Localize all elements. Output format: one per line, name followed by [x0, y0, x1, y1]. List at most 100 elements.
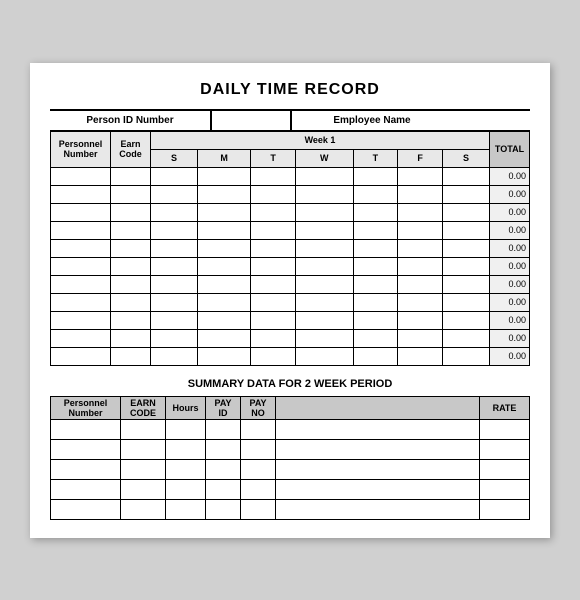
main-row-earncode-2[interactable] [111, 203, 151, 221]
sum-row-4-col-3[interactable] [206, 499, 241, 519]
main-row-day-2-5[interactable] [398, 203, 443, 221]
main-row-day-6-3[interactable] [295, 275, 353, 293]
main-row-day-8-3[interactable] [295, 311, 353, 329]
main-row-day-2-4[interactable] [353, 203, 398, 221]
main-row-day-4-1[interactable] [197, 239, 250, 257]
main-row-earncode-5[interactable] [111, 257, 151, 275]
main-row-day-10-4[interactable] [353, 347, 398, 365]
main-row-day-1-1[interactable] [197, 185, 250, 203]
main-row-personnel-5[interactable] [51, 257, 111, 275]
main-row-day-4-0[interactable] [151, 239, 198, 257]
main-row-day-6-6[interactable] [443, 275, 490, 293]
main-row-day-0-1[interactable] [197, 167, 250, 185]
sum-row-3-col-2[interactable] [166, 479, 206, 499]
main-row-day-0-6[interactable] [443, 167, 490, 185]
sum-row-2-col-1[interactable] [121, 459, 166, 479]
main-row-day-9-4[interactable] [353, 329, 398, 347]
main-row-day-10-1[interactable] [197, 347, 250, 365]
sum-row-4-col-4[interactable] [241, 499, 276, 519]
main-row-day-6-2[interactable] [251, 275, 296, 293]
main-row-personnel-7[interactable] [51, 293, 111, 311]
sum-row-4-col-5[interactable] [276, 499, 480, 519]
sum-row-3-col-0[interactable] [51, 479, 121, 499]
main-row-personnel-6[interactable] [51, 275, 111, 293]
main-row-day-5-4[interactable] [353, 257, 398, 275]
sum-row-3-col-5[interactable] [276, 479, 480, 499]
main-row-day-7-3[interactable] [295, 293, 353, 311]
sum-row-1-col-4[interactable] [241, 439, 276, 459]
sum-row-0-col-4[interactable] [241, 419, 276, 439]
main-row-day-10-0[interactable] [151, 347, 198, 365]
sum-row-0-col-3[interactable] [206, 419, 241, 439]
main-row-day-8-4[interactable] [353, 311, 398, 329]
main-row-day-9-0[interactable] [151, 329, 198, 347]
sum-row-3-col-1[interactable] [121, 479, 166, 499]
main-row-day-4-4[interactable] [353, 239, 398, 257]
main-row-day-5-6[interactable] [443, 257, 490, 275]
main-row-day-8-2[interactable] [251, 311, 296, 329]
sum-row-4-col-0[interactable] [51, 499, 121, 519]
sum-row-0-col-2[interactable] [166, 419, 206, 439]
main-row-day-6-5[interactable] [398, 275, 443, 293]
main-row-day-9-2[interactable] [251, 329, 296, 347]
main-row-day-3-6[interactable] [443, 221, 490, 239]
sum-row-2-col-4[interactable] [241, 459, 276, 479]
main-row-day-1-2[interactable] [251, 185, 296, 203]
sum-row-1-col-3[interactable] [206, 439, 241, 459]
main-row-day-0-3[interactable] [295, 167, 353, 185]
main-row-earncode-3[interactable] [111, 221, 151, 239]
main-row-day-7-2[interactable] [251, 293, 296, 311]
sum-row-2-col-5[interactable] [276, 459, 480, 479]
main-row-day-8-1[interactable] [197, 311, 250, 329]
main-row-day-3-5[interactable] [398, 221, 443, 239]
main-row-day-9-6[interactable] [443, 329, 490, 347]
main-row-earncode-10[interactable] [111, 347, 151, 365]
sum-row-1-col-1[interactable] [121, 439, 166, 459]
main-row-earncode-1[interactable] [111, 185, 151, 203]
main-row-day-10-5[interactable] [398, 347, 443, 365]
main-row-day-8-0[interactable] [151, 311, 198, 329]
main-row-day-8-6[interactable] [443, 311, 490, 329]
sum-row-0-col-0[interactable] [51, 419, 121, 439]
main-row-day-2-1[interactable] [197, 203, 250, 221]
main-row-day-0-2[interactable] [251, 167, 296, 185]
main-row-personnel-4[interactable] [51, 239, 111, 257]
main-row-day-7-6[interactable] [443, 293, 490, 311]
sum-row-4-col-2[interactable] [166, 499, 206, 519]
main-row-day-10-2[interactable] [251, 347, 296, 365]
main-row-personnel-1[interactable] [51, 185, 111, 203]
main-row-day-2-6[interactable] [443, 203, 490, 221]
main-row-day-3-0[interactable] [151, 221, 198, 239]
main-row-day-3-4[interactable] [353, 221, 398, 239]
main-row-day-1-5[interactable] [398, 185, 443, 203]
main-row-day-0-5[interactable] [398, 167, 443, 185]
main-row-earncode-0[interactable] [111, 167, 151, 185]
main-row-earncode-7[interactable] [111, 293, 151, 311]
main-row-day-1-0[interactable] [151, 185, 198, 203]
main-row-day-9-1[interactable] [197, 329, 250, 347]
main-row-personnel-8[interactable] [51, 311, 111, 329]
main-row-day-2-3[interactable] [295, 203, 353, 221]
sum-row-2-col-3[interactable] [206, 459, 241, 479]
sum-row-3-col-4[interactable] [241, 479, 276, 499]
main-row-day-7-4[interactable] [353, 293, 398, 311]
sum-row-4-col-6[interactable] [480, 499, 530, 519]
sum-row-1-col-2[interactable] [166, 439, 206, 459]
main-row-day-0-0[interactable] [151, 167, 198, 185]
main-row-day-5-5[interactable] [398, 257, 443, 275]
main-row-day-10-6[interactable] [443, 347, 490, 365]
main-row-day-6-4[interactable] [353, 275, 398, 293]
main-row-day-2-2[interactable] [251, 203, 296, 221]
main-row-day-6-1[interactable] [197, 275, 250, 293]
main-row-day-7-1[interactable] [197, 293, 250, 311]
main-row-day-9-3[interactable] [295, 329, 353, 347]
main-row-day-1-6[interactable] [443, 185, 490, 203]
main-row-day-9-5[interactable] [398, 329, 443, 347]
sum-row-1-col-6[interactable] [480, 439, 530, 459]
main-row-personnel-10[interactable] [51, 347, 111, 365]
main-row-day-0-4[interactable] [353, 167, 398, 185]
main-row-day-8-5[interactable] [398, 311, 443, 329]
main-row-day-5-2[interactable] [251, 257, 296, 275]
main-row-day-3-3[interactable] [295, 221, 353, 239]
main-row-day-1-3[interactable] [295, 185, 353, 203]
